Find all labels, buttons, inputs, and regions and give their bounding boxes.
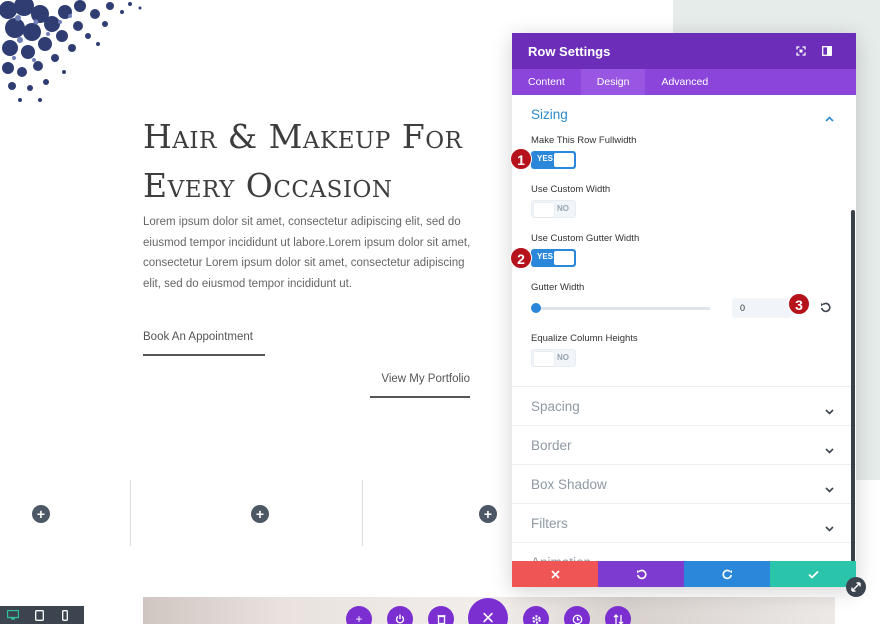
field-label: Gutter Width [531, 282, 585, 293]
section-title: Border [531, 438, 572, 453]
filters-section[interactable]: Filters [512, 504, 856, 543]
settings-body: Sizing Make This Row Fullwidth YES Use C… [512, 95, 856, 567]
tablet-view-button[interactable] [26, 606, 52, 624]
sizing-section: Sizing Make This Row Fullwidth YES Use C… [512, 95, 856, 387]
close-icon [550, 569, 560, 579]
undo-icon [636, 569, 647, 579]
close-icon: × [481, 605, 495, 624]
column-divider [362, 480, 363, 546]
add-module-button[interactable]: + [251, 505, 269, 523]
check-icon [807, 570, 819, 579]
book-appointment-button[interactable]: Book An Appointment [143, 331, 265, 356]
modal-title: Row Settings [528, 43, 611, 59]
field-label: Make This Row Fullwidth [531, 135, 637, 146]
gutter-width-input[interactable] [732, 298, 792, 318]
toggle-state: NO [557, 353, 569, 362]
view-portfolio-button[interactable]: View My Portfolio [370, 373, 470, 398]
toggle-knob [534, 352, 554, 366]
toggle-knob [554, 153, 574, 167]
settings-scrollbar[interactable] [851, 210, 855, 565]
box-shadow-section[interactable]: Box Shadow [512, 465, 856, 504]
glitter-decoration [0, 0, 142, 102]
field-label: Use Custom Width [531, 184, 611, 195]
plus-icon: + [255, 506, 265, 522]
column-divider [130, 480, 131, 546]
border-section[interactable]: Border [512, 426, 856, 465]
history-icon [572, 614, 582, 624]
toggle-knob [534, 203, 554, 217]
toggle-state: NO [557, 204, 569, 213]
add-module-button[interactable]: + [479, 505, 497, 523]
tab-content[interactable]: Content [512, 69, 581, 95]
hero-body-text: Lorem ipsum dolor sit amet, consectetur … [143, 216, 471, 290]
modal-resize-handle[interactable] [846, 577, 866, 597]
step-marker-3: 3 [788, 293, 810, 315]
resize-icon [851, 582, 861, 592]
desktop-icon [7, 610, 19, 620]
phone-view-button[interactable] [52, 606, 78, 624]
expand-section-button[interactable] [825, 402, 834, 420]
undo-button[interactable] [598, 561, 684, 587]
dock-sidebar-button[interactable] [814, 41, 840, 61]
custom-width-toggle[interactable]: NO [531, 200, 576, 218]
tab-advanced[interactable]: Advanced [645, 69, 724, 95]
discard-button[interactable] [512, 561, 598, 587]
trash-icon [437, 615, 445, 624]
tab-design[interactable]: Design [580, 69, 646, 95]
slider-handle[interactable] [531, 303, 541, 313]
expand-section-button[interactable] [825, 480, 834, 498]
settings-tabs: Content Design Advanced [512, 69, 856, 95]
chevron-down-icon [825, 526, 834, 532]
device-preview-toolbar [0, 606, 84, 624]
section-title: Filters [531, 516, 568, 531]
plus-icon: + [355, 612, 363, 624]
chevron-down-icon [825, 487, 834, 493]
tablet-icon [34, 609, 44, 621]
save-button[interactable] [770, 561, 856, 587]
chevron-down-icon [825, 448, 834, 454]
section-title[interactable]: Sizing [531, 107, 568, 122]
section-title: Box Shadow [531, 477, 607, 492]
reset-icon [821, 302, 831, 313]
fullwidth-toggle[interactable]: YES [531, 151, 576, 169]
redo-button[interactable] [684, 561, 770, 587]
add-module-button[interactable]: + [32, 505, 50, 523]
hero-title: Hair & Makeup For Every Occasion [143, 117, 463, 205]
gear-icon [531, 614, 541, 624]
expand-icon [796, 46, 806, 56]
step-marker-1: 1 [510, 148, 532, 170]
phone-icon [62, 609, 68, 621]
custom-gutter-toggle[interactable]: YES [531, 249, 576, 267]
toggle-knob [554, 251, 574, 265]
field-label: Equalize Column Heights [531, 333, 638, 344]
step-marker-2: 2 [510, 247, 532, 269]
toggle-state: YES [537, 252, 554, 261]
plus-icon: + [483, 506, 493, 522]
expand-section-button[interactable] [825, 519, 834, 537]
reset-button[interactable] [820, 300, 831, 318]
desktop-view-button[interactable] [0, 606, 26, 624]
chevron-down-icon [825, 409, 834, 415]
section-title: Spacing [531, 399, 580, 414]
expand-section-button[interactable] [825, 441, 834, 459]
modal-header: Row Settings [512, 33, 856, 69]
toggle-state: YES [537, 154, 554, 163]
expand-modal-button[interactable] [788, 41, 814, 61]
spacing-section[interactable]: Spacing [512, 387, 856, 426]
sidebar-toggle-icon [822, 46, 832, 56]
field-label: Use Custom Gutter Width [531, 233, 640, 244]
equalize-heights-toggle[interactable]: NO [531, 349, 576, 367]
redo-icon [721, 569, 732, 579]
chevron-up-icon [825, 116, 834, 122]
collapse-section-button[interactable] [825, 109, 834, 127]
power-icon [395, 614, 405, 624]
gutter-width-slider[interactable] [536, 307, 710, 310]
sort-icon [613, 613, 623, 624]
modal-footer [512, 561, 856, 587]
plus-icon: + [36, 506, 46, 522]
